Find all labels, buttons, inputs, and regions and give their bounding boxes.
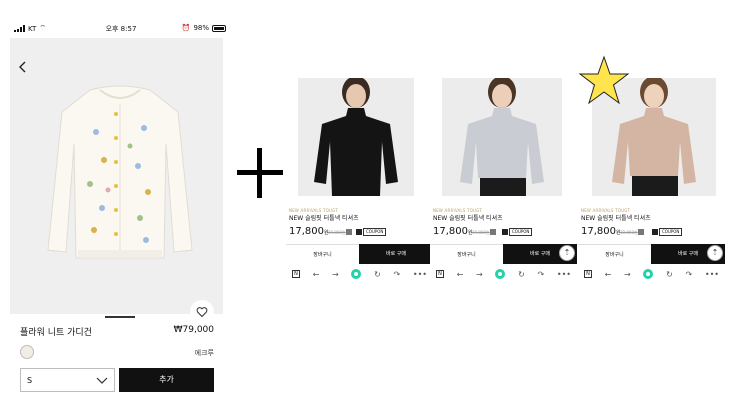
- coupon-badge[interactable]: COUPON: [509, 228, 533, 236]
- info-chip: [638, 229, 644, 235]
- refresh-icon[interactable]: ↻: [374, 270, 381, 279]
- add-button[interactable]: 추가: [119, 368, 214, 392]
- old-price: 19,800원: [328, 230, 346, 235]
- cart-button[interactable]: 장바구니: [430, 244, 503, 264]
- share-icon[interactable]: ↷: [537, 270, 544, 279]
- product-panel-3: NEW ARRIVALS TOUGT NEW 슬림핏 터틀넥 티셔츠 17,80…: [578, 78, 728, 288]
- product-name: 플라워 니트 가디건: [20, 328, 92, 338]
- product-title: NEW 슬림핏 터틀넥 티셔츠: [581, 215, 651, 222]
- coupon-chip: [502, 229, 508, 235]
- coupon-chip: [356, 229, 362, 235]
- turtleneck-shirt: [314, 108, 398, 196]
- browser-nav: N ← → ↻ ↷ •••: [578, 266, 725, 282]
- more-icon[interactable]: •••: [413, 270, 427, 279]
- color-swatch[interactable]: [20, 345, 34, 359]
- chevron-down-icon: [96, 377, 108, 384]
- sale-price: 17,800원: [581, 226, 621, 237]
- n-logo-icon[interactable]: N: [292, 270, 300, 278]
- old-price: 19,800원: [472, 230, 490, 235]
- cart-button[interactable]: 장바구니: [286, 244, 359, 264]
- more-icon[interactable]: •••: [705, 270, 719, 279]
- back-icon[interactable]: [16, 60, 30, 74]
- battery-icon: [212, 24, 226, 32]
- coupon-badge[interactable]: COUPON: [659, 228, 683, 236]
- coupon-chip: [652, 229, 658, 235]
- status-bar: KT ⌔ 오후 8:57 ⏰ 98%: [10, 20, 232, 38]
- cart-button[interactable]: 장바구니: [578, 244, 651, 264]
- scroll-top-icon[interactable]: ⇡: [707, 245, 723, 261]
- scroll-top-icon[interactable]: ⇡: [559, 245, 575, 261]
- n-logo-icon[interactable]: N: [436, 270, 444, 278]
- size-value: S: [27, 376, 33, 385]
- price-value: 17,800: [289, 226, 324, 237]
- model-image: [460, 78, 544, 196]
- turtleneck-shirt: [460, 108, 544, 184]
- battery-percent: 98%: [193, 24, 209, 32]
- status-right: ⏰ 98%: [182, 24, 226, 32]
- arrow-right-icon[interactable]: →: [624, 270, 631, 279]
- arrow-right-icon[interactable]: →: [476, 270, 483, 279]
- price-value: 17,800: [433, 226, 468, 237]
- star-icon: [578, 55, 630, 105]
- size-select[interactable]: S: [20, 368, 115, 392]
- image-pager-indicator: [105, 316, 135, 318]
- refresh-icon[interactable]: ↻: [518, 270, 525, 279]
- home-icon[interactable]: [351, 269, 362, 279]
- plus-icon-bar: [237, 170, 283, 175]
- wishlist-button[interactable]: [190, 300, 214, 324]
- arrow-left-icon[interactable]: ←: [457, 270, 464, 279]
- cardigan-image: [47, 85, 193, 259]
- turtleneck-shirt: [612, 108, 696, 184]
- browser-nav: N ← → ↻ ↷ •••: [286, 266, 433, 282]
- price-value: 17,800: [581, 226, 616, 237]
- product-image-2[interactable]: [442, 78, 562, 196]
- refresh-icon[interactable]: ↻: [666, 270, 673, 279]
- more-icon[interactable]: •••: [557, 270, 571, 279]
- arrow-left-icon[interactable]: ←: [605, 270, 612, 279]
- home-icon[interactable]: [495, 269, 506, 279]
- coupon-badge[interactable]: COUPON: [363, 228, 387, 236]
- product-panel-2: NEW ARRIVALS TOUGT NEW 슬림핏 터틀넥 티셔츠 17,80…: [430, 78, 580, 288]
- old-price: 19,800원: [620, 230, 638, 235]
- arrow-right-icon[interactable]: →: [332, 270, 339, 279]
- arrow-left-icon[interactable]: ←: [313, 270, 320, 279]
- product-photo[interactable]: [10, 38, 223, 324]
- heart-icon: [196, 307, 208, 318]
- info-chip: [490, 229, 496, 235]
- product-panel-1: NEW ARRIVALS TOUGT NEW 슬림핏 터틀넥 티셔츠 17,80…: [286, 78, 436, 288]
- model-image: [314, 78, 398, 196]
- product-price: ₩79,000: [173, 325, 214, 335]
- n-logo-icon[interactable]: N: [584, 270, 592, 278]
- product-title: NEW 슬림핏 터틀넥 티셔츠: [289, 215, 359, 222]
- product-title: NEW 슬림핏 터틀넥 티셔츠: [433, 215, 503, 222]
- buy-now-button[interactable]: 바로 구매: [359, 244, 433, 264]
- share-icon[interactable]: ↷: [685, 270, 692, 279]
- product-image-1[interactable]: [298, 78, 414, 196]
- sale-price: 17,800원: [289, 226, 329, 237]
- share-icon[interactable]: ↷: [393, 270, 400, 279]
- sale-price: 17,800원: [433, 226, 473, 237]
- home-icon[interactable]: [643, 269, 654, 279]
- alarm-icon: ⏰: [181, 24, 191, 32]
- color-name: 에크루: [194, 349, 214, 357]
- browser-nav: N ← → ↻ ↷ •••: [430, 266, 577, 282]
- info-chip: [346, 229, 352, 235]
